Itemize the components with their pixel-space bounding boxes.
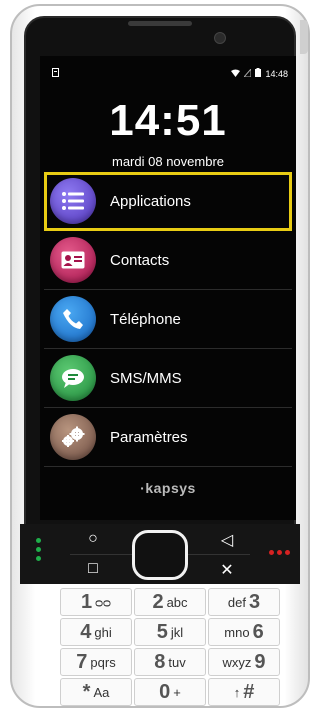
status-time: 14:48 xyxy=(265,68,288,79)
front-camera xyxy=(214,32,226,44)
key-5[interactable]: 5 jkl xyxy=(134,618,206,646)
back-key[interactable]: ◁ xyxy=(212,530,242,550)
green-led-indicator xyxy=(36,538,41,561)
side-power-button[interactable] xyxy=(300,20,308,54)
key-9[interactable]: wxyz 9 xyxy=(208,648,280,676)
clock-date: mardi 08 novembre xyxy=(112,154,224,169)
status-bar: 14:48 xyxy=(52,67,288,82)
brand-logo: ·kapsys xyxy=(140,480,196,496)
voicemail-icon: ᴑᴑ xyxy=(95,594,111,610)
status-icons: 14:48 xyxy=(231,67,288,79)
menu-label: Téléphone xyxy=(110,310,181,328)
key-2[interactable]: 2 abc xyxy=(134,588,206,616)
gear-icon xyxy=(50,414,96,460)
earpiece-speaker xyxy=(128,21,192,26)
menu-item-parametres[interactable]: Paramètres xyxy=(44,408,292,467)
key-7[interactable]: 7 pqrs xyxy=(60,648,132,676)
end-call-key[interactable]: ✕ xyxy=(212,560,242,580)
key-4[interactable]: 4 ghi xyxy=(60,618,132,646)
notification-icon xyxy=(52,68,59,79)
message-icon xyxy=(50,355,96,401)
apps-list-icon xyxy=(50,178,96,224)
dpad-center-button[interactable] xyxy=(132,530,188,580)
key-star[interactable]: * Aa xyxy=(60,678,132,706)
phone-icon xyxy=(50,296,96,342)
key-1[interactable]: 1 ᴑᴑ xyxy=(60,588,132,616)
menu-item-contacts[interactable]: Contacts xyxy=(44,231,292,290)
home-key[interactable]: ○ xyxy=(78,530,108,548)
key-0[interactable]: 0 + xyxy=(134,678,206,706)
menu-label: Applications xyxy=(110,192,191,210)
wifi-icon xyxy=(231,69,241,79)
key-hash[interactable]: ↑ # xyxy=(208,678,280,706)
recent-apps-key[interactable]: □ xyxy=(78,560,108,578)
menu-label: Paramètres xyxy=(110,428,188,446)
navigation-keys: ○ ◁ □ ✕ xyxy=(20,524,300,584)
menu-label: Contacts xyxy=(110,251,170,269)
menu-item-telephone[interactable]: Téléphone xyxy=(44,290,292,349)
keypad: 1 ᴑᴑ 2 abc def 3 4 ghi 5 jkl mno 6 7 pqrs 8 tuv … xyxy=(60,588,280,708)
red-led-indicator xyxy=(269,550,290,555)
key-8[interactable]: 8 tuv xyxy=(134,648,206,676)
menu-label: SMS/MMS xyxy=(110,369,182,387)
screen: 14:48 14:51 mardi 08 novembre Applicatio… xyxy=(40,56,296,520)
key-6[interactable]: mno 6 xyxy=(208,618,280,646)
battery-icon xyxy=(255,68,262,79)
key-3[interactable]: def 3 xyxy=(208,588,280,616)
main-menu: Applications Contacts Téléphone SMS/MMS xyxy=(44,172,292,467)
clock-time: 14:51 xyxy=(109,96,227,145)
no-signal-icon xyxy=(243,67,252,79)
menu-item-sms-mms[interactable]: SMS/MMS xyxy=(44,349,292,408)
menu-item-applications[interactable]: Applications xyxy=(44,172,292,231)
contact-card-icon xyxy=(50,237,96,283)
